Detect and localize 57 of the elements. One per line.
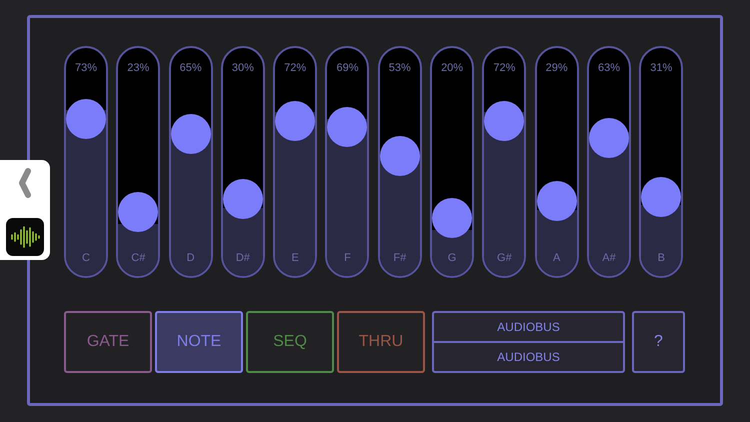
slider-value: 72% [493, 62, 516, 74]
back-icon[interactable] [18, 168, 32, 198]
note-slider[interactable]: 30% D# [220, 46, 265, 278]
slider-thumb[interactable] [118, 192, 158, 232]
slider-thumb[interactable] [484, 101, 524, 142]
slider-thumb[interactable] [327, 106, 368, 147]
note-label: C [82, 252, 90, 264]
slider-thumb[interactable] [222, 179, 263, 220]
slider-value: 63% [598, 62, 620, 74]
slider-value: 65% [180, 62, 202, 74]
slider-thumb[interactable] [275, 101, 316, 142]
slider-thumb[interactable] [380, 136, 420, 176]
note-slider[interactable]: 20% G [430, 46, 474, 278]
mode-button[interactable]: NOTE [155, 311, 243, 373]
slider-value: 29% [546, 62, 568, 74]
mode-button[interactable]: SEQ [246, 311, 334, 373]
slider-value: 31% [650, 62, 672, 74]
note-label: F# [393, 252, 406, 264]
slider-thumb[interactable] [588, 118, 629, 158]
note-slider[interactable]: 65% D [168, 46, 213, 278]
audiobus-button[interactable]: AUDIOBUS [434, 313, 623, 341]
note-label: C# [131, 252, 146, 264]
slider-value: 23% [127, 62, 150, 74]
note-slider[interactable]: 73% C [64, 46, 108, 278]
note-label: G [448, 252, 456, 264]
note-label: F [344, 252, 351, 264]
note-label: D# [236, 252, 250, 264]
slider-thumb[interactable] [66, 99, 106, 140]
waveform-icon[interactable] [6, 218, 44, 256]
note-slider[interactable]: 72% E [273, 46, 318, 278]
slider-value: 69% [336, 62, 358, 74]
audiobus-button[interactable]: AUDIOBUS [434, 341, 623, 371]
note-label: D [186, 252, 195, 264]
note-slider[interactable]: 63% A# [586, 46, 631, 278]
slider-value: 73% [74, 62, 98, 74]
slider-value: 72% [284, 62, 306, 74]
slider-value: 30% [232, 62, 254, 74]
slider-thumb[interactable] [641, 177, 682, 218]
note-label: A# [602, 252, 616, 264]
note-slider[interactable]: 29% A [534, 46, 579, 278]
note-slider[interactable]: 69% F [325, 46, 370, 278]
note-label: E [292, 252, 299, 264]
note-slider[interactable]: 23% C# [116, 46, 160, 278]
slider-value: 20% [441, 62, 464, 74]
note-label: G# [497, 252, 512, 264]
note-slider[interactable]: 31% B [639, 46, 684, 278]
mode-button[interactable]: GATE [64, 311, 152, 373]
note-label: A [553, 252, 560, 264]
help-button[interactable]: ? [632, 311, 685, 373]
slider-thumb[interactable] [170, 114, 211, 154]
note-slider[interactable]: 53% F# [378, 46, 422, 278]
note-slider[interactable]: 72% G# [482, 46, 526, 278]
note-label: B [658, 252, 665, 264]
slider-value: 53% [388, 62, 411, 74]
mode-button[interactable]: THRU [337, 311, 425, 373]
slider-thumb[interactable] [536, 181, 577, 222]
slider-thumb[interactable] [432, 198, 472, 238]
